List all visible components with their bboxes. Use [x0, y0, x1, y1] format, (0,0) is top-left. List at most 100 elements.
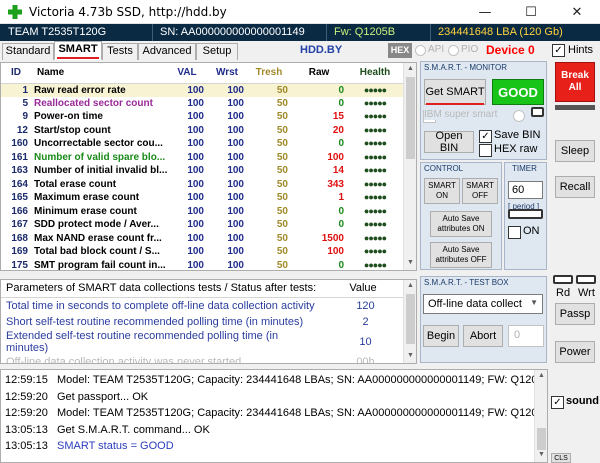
attribute-health: ●●●●● [363, 246, 387, 257]
scroll-up-icon[interactable]: ▲ [407, 65, 414, 72]
smart-table-scrollbar[interactable]: ▲ ▼ [403, 63, 416, 270]
pio-radio[interactable] [448, 45, 459, 56]
minimize-button[interactable]: — [462, 0, 508, 24]
get-smart-button[interactable]: Get SMART [424, 79, 486, 105]
table-row[interactable]: 5 Reallocated sector count 100 100 50 0 ●●●●● [1, 97, 403, 111]
clear-log-button[interactable]: CLS [551, 453, 571, 463]
attribute-health: ●●●●● [363, 205, 387, 216]
column-header[interactable]: Name [31, 63, 167, 84]
table-row[interactable]: 12 Start/stop count 100 100 50 20 ●●●●● [1, 124, 403, 138]
ibm-radio[interactable] [513, 110, 525, 122]
sleep-button[interactable]: Sleep [555, 140, 595, 162]
smart-off-button[interactable]: SMART OFF [462, 178, 498, 204]
log-message: SMART status = GOOD [57, 440, 174, 452]
event-log[interactable]: 12:59:15 Model: TEAM T2535T120G; Capacity… [0, 369, 548, 463]
attribute-health: ●●●●● [363, 219, 387, 230]
column-header[interactable]: Wrst [207, 63, 247, 84]
table-header: Parameters of SMART data collections tes… [1, 280, 403, 298]
table-row[interactable]: 9 Power-on time 100 100 50 15 ●●●●● [1, 110, 403, 124]
scroll-down-icon[interactable]: ▼ [407, 259, 414, 266]
table-row[interactable]: 163 Number of initial invalid bl... 100 100… [1, 164, 403, 178]
hex-raw-checkbox[interactable] [479, 144, 492, 157]
api-radio[interactable] [415, 45, 426, 56]
open-bin-button[interactable]: Open BIN [424, 130, 474, 154]
maximize-button[interactable]: ☐ [508, 0, 554, 24]
table-row[interactable]: Total time in seconds to complete off-li… [1, 297, 403, 314]
table-row[interactable]: 165 Maximum erase count 100 100 50 1 ●●●●● [1, 191, 403, 205]
test-type-value: Off-line data collect [428, 298, 522, 310]
device-info-bar: TEAM T2535T120G SN: AA000000000000001149… [0, 24, 600, 41]
attribute-threshold: 50 [276, 151, 288, 163]
tab-standard[interactable]: Standard [2, 43, 54, 60]
begin-button[interactable]: Begin [423, 325, 459, 347]
power-button[interactable]: Power [555, 341, 595, 363]
attribute-value: 100 [187, 192, 204, 204]
sound-checkbox[interactable]: ✓ [551, 396, 564, 409]
tab-label: Tests [107, 45, 133, 57]
table-row[interactable]: Extended self-test routine recommended p… [1, 330, 403, 354]
params-scrollbar[interactable]: ▲ ▼ [403, 280, 416, 363]
table-row[interactable]: 167 SDD protect mode / Aver... 100 100 50 0 ●●… [1, 218, 403, 232]
hints-label: Hints [568, 44, 594, 56]
table-row[interactable]: 160 Uncorrectable sector cou... 100 100 50 0 ●… [1, 137, 403, 151]
tab-smart[interactable]: SMART [54, 41, 102, 60]
scroll-down-icon[interactable]: ▼ [538, 451, 545, 458]
attribute-id: 165 [11, 192, 28, 204]
scroll-up-icon[interactable]: ▲ [538, 372, 545, 379]
table-row[interactable]: 1 Raw read error rate 100 100 50 0 ●●●●● [1, 83, 403, 97]
autosave-off-button[interactable]: Auto Save attributes OFF [430, 242, 492, 268]
table-row[interactable]: 169 Total bad block count / S... 100 100 50 1… [1, 245, 403, 259]
timer-on-label: ON [523, 225, 540, 237]
test-type-select[interactable]: Off-line data collect ▼ [423, 294, 543, 314]
table-row[interactable]: Off-line data collection activity was ne… [1, 354, 403, 363]
column-header[interactable]: Raw [291, 63, 347, 84]
scroll-up-icon[interactable]: ▲ [407, 282, 414, 289]
abort-button[interactable]: Abort [463, 325, 503, 347]
column-header[interactable]: ID [1, 63, 31, 84]
scroll-thumb[interactable] [537, 428, 546, 450]
table-row[interactable]: 175 SMT program fail count in... 100 100 50 0… [1, 259, 403, 270]
column-header[interactable]: Health [347, 63, 403, 84]
attribute-raw: 0 [338, 205, 344, 217]
read-led-icon [553, 275, 573, 284]
table-row[interactable]: 168 Max NAND erase count fr... 100 100 50 150… [1, 232, 403, 246]
scroll-thumb[interactable] [406, 294, 415, 344]
log-entry: 12:59:15 Model: TEAM T2535T120G; Capacity… [5, 374, 547, 386]
table-row[interactable]: Short self-test routine recommended poll… [1, 314, 403, 331]
log-time: 12:59:20 [5, 407, 48, 419]
close-button[interactable]: ✕ [554, 0, 600, 24]
break-all-button[interactable]: Break All [555, 62, 595, 102]
attribute-value: 100 [187, 219, 204, 231]
column-header[interactable]: Tresh [247, 63, 291, 84]
log-scrollbar[interactable]: ▲ ▼ [534, 370, 547, 462]
device-capacity: 234441648 LBA (120 Gb) [438, 26, 563, 38]
timer-on-checkbox[interactable] [508, 226, 521, 239]
smart-on-button[interactable]: SMART ON [424, 178, 460, 204]
save-bin-checkbox[interactable]: ✓ [479, 130, 492, 143]
smart-attributes-table[interactable]: ID Name VAL Wrst Tresh Raw Health 1 Raw r… [0, 62, 417, 271]
table-row[interactable]: 164 Total erase count 100 100 50 343 ●●●●● [1, 178, 403, 192]
table-row[interactable]: 166 Minimum erase count 100 100 50 0 ●●●●● [1, 205, 403, 219]
scroll-thumb[interactable] [406, 77, 415, 159]
test-box-title: S.M.A.R.T. - TEST BOX [424, 278, 509, 287]
tab-label: SMART [58, 43, 98, 55]
autosave-on-button[interactable]: Auto Save attributes ON [430, 211, 492, 237]
attribute-health: ●●●●● [363, 151, 387, 162]
tab-advanced[interactable]: Advanced [138, 43, 196, 60]
scroll-down-icon[interactable]: ▼ [407, 352, 414, 359]
passport-button[interactable]: Passp [555, 303, 595, 325]
hex-button[interactable]: HEX [388, 43, 412, 58]
test-progress-field[interactable]: 0 [508, 325, 544, 347]
hints-checkbox[interactable]: ✓ [552, 44, 565, 57]
tab-tests[interactable]: Tests [102, 43, 138, 60]
table-row[interactable]: 161 Number of valid spare blo... 100 100 50 1… [1, 151, 403, 165]
smart-params-table[interactable]: Parameters of SMART data collections tes… [0, 279, 417, 364]
passport-label: Passp [559, 308, 591, 320]
attribute-worst: 100 [227, 178, 244, 190]
column-header[interactable]: VAL [167, 63, 207, 84]
open-bin-label: Open BIN [435, 130, 463, 154]
tab-setup[interactable]: Setup [196, 43, 238, 60]
recall-button[interactable]: Recall [555, 176, 595, 198]
timer-period-input[interactable]: 60 [508, 181, 543, 199]
attribute-id: 167 [11, 219, 28, 231]
